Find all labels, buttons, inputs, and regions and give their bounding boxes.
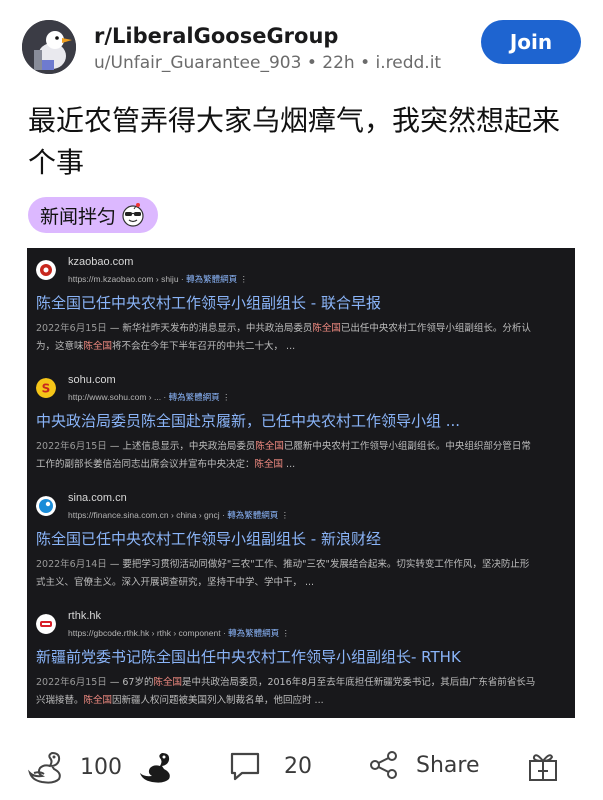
snippet-text: ... <box>283 459 296 470</box>
kzaobao-favicon-icon <box>36 260 56 280</box>
result-url: http://www.sohu.com › ... · 轉為繁體網頁 ⋮ <box>68 392 231 402</box>
result-date: 2022年6月14日 <box>36 559 107 570</box>
snippet-highlight: 陈全国 <box>254 459 284 470</box>
snippet-text: — 要把学习贯彻活动同做好"三农"工作、推动"三农"发展结合起来。切实转变工作作… <box>36 559 530 588</box>
share-icon <box>370 751 397 779</box>
sohu-favicon-icon: S <box>36 378 56 398</box>
translate-link[interactable]: 轉為繁體網頁 <box>228 628 279 638</box>
result-site: rthk.hk <box>68 610 102 622</box>
join-button[interactable]: Join <box>481 20 581 64</box>
result-date: 2022年6月15日 <box>36 677 107 688</box>
sunglasses-face-icon <box>122 203 144 227</box>
result-url-text: http://www.sohu.com › ... <box>68 392 162 402</box>
result-url-text: https://m.kzaobao.com › shiju <box>68 274 179 284</box>
post-domain[interactable]: i.redd.it <box>376 53 442 73</box>
result-title[interactable]: 新疆前党委书记陈全国出任中央农村工作领导小组副组长- RTHK <box>36 646 461 667</box>
post-action-bar: 100 20 Share <box>0 735 603 800</box>
sina-favicon-icon <box>36 496 56 516</box>
result-title[interactable]: 陈全国已任中央农村工作领导小组副组长 - 新浪财经 <box>36 528 381 549</box>
gift-award-icon <box>529 754 557 781</box>
result-site: sohu.com <box>68 374 116 386</box>
comments-button[interactable]: 20 <box>228 749 312 783</box>
result-url-text: https://finance.sina.com.cn › china › gn… <box>68 510 220 520</box>
award-button[interactable] <box>526 749 560 783</box>
snippet-text: — 新华社昨天发布的消息显示，中共政治局委员 <box>106 323 313 334</box>
translate-link[interactable]: 轉為繁體網頁 <box>169 392 220 402</box>
subreddit-avatar[interactable] <box>22 20 76 74</box>
post-title[interactable]: 最近农管弄得大家乌烟瘴气，我突然想起来个事 <box>28 100 583 184</box>
translate-link[interactable]: 轉為繁體網頁 <box>227 510 278 520</box>
translate-link[interactable]: 轉為繁體網頁 <box>186 274 237 284</box>
meta-separator: • <box>306 53 323 73</box>
snippet-text: — 67岁的 <box>106 677 154 688</box>
snippet-highlight: 陈全国 <box>312 323 341 334</box>
snippet-text: 因新疆人权问题被美国列入制裁名单，他回应时 ... <box>112 695 324 706</box>
result-date: 2022年6月15日 <box>36 323 107 334</box>
username-link[interactable]: u/Unfair_Guarantee_903 <box>94 53 301 73</box>
snippet-highlight: 陈全国 <box>153 677 182 688</box>
result-snippet: 2022年6月15日 — 新华社昨天发布的消息显示，中共政治局委员陈全国已出任中… <box>36 320 536 356</box>
subreddit-name[interactable]: r/LiberalGooseGroup <box>94 24 338 48</box>
snippet-highlight: 陈全国 <box>83 695 113 706</box>
meta-separator: • <box>360 53 376 73</box>
snippet-highlight: 陈全国 <box>255 441 284 452</box>
comment-bubble-icon <box>230 752 260 781</box>
share-button[interactable]: Share <box>368 749 480 781</box>
result-url: https://gbcode.rthk.hk › rthk › componen… <box>68 628 291 638</box>
rthk-favicon-icon <box>36 614 56 634</box>
comment-count: 20 <box>284 753 312 779</box>
post-header: r/LiberalGooseGroup u/Unfair_Guarantee_9… <box>22 16 581 76</box>
result-title[interactable]: 陈全国已任中央农村工作领导小组副组长 - 联合早报 <box>36 292 381 313</box>
snippet-text: — 上述信息显示，中央政治局委员 <box>106 441 256 452</box>
svg-text:S: S <box>42 382 51 396</box>
share-label: Share <box>416 752 480 778</box>
downvote-goose-icon[interactable] <box>136 749 178 785</box>
flair-label: 新闻拌匀 <box>40 205 117 228</box>
result-snippet: 2022年6月14日 — 要把学习贯彻活动同做好"三农"工作、推动"三农"发展结… <box>36 556 536 592</box>
result-site: sina.com.cn <box>68 492 127 504</box>
vote-count: 100 <box>80 754 122 780</box>
result-title[interactable]: 中央政治局委员陈全国赴京履新，已任中央农村工作领导小组 ... <box>36 410 460 431</box>
result-url-text: https://gbcode.rthk.hk › rthk › componen… <box>68 628 221 638</box>
result-snippet: 2022年6月15日 — 67岁的陈全国是中共政治局委员，2016年8月至去年底… <box>36 674 536 710</box>
result-url: https://m.kzaobao.com › shiju · 轉為繁體網頁 ⋮ <box>68 274 248 284</box>
result-site: kzaobao.com <box>68 256 134 268</box>
vote-group: 100 <box>26 749 178 785</box>
snippet-text: 将不会在今年下半年召开的中共二十大， ... <box>112 341 296 352</box>
post-flair[interactable]: 新闻拌匀 <box>28 197 159 233</box>
result-snippet: 2022年6月15日 — 上述信息显示，中央政治局委员陈全国已履新中央农村工作领… <box>36 438 536 474</box>
post-age: 22h <box>322 53 355 73</box>
upvote-goose-icon[interactable] <box>26 749 68 785</box>
post-meta: u/Unfair_Guarantee_903 • 22h • i.redd.it <box>94 53 441 73</box>
result-url: https://finance.sina.com.cn › china › gn… <box>68 510 290 520</box>
result-date: 2022年6月15日 <box>36 441 107 452</box>
snippet-highlight: 陈全国 <box>83 341 113 352</box>
post-image[interactable]: kzaobao.com https://m.kzaobao.com › shij… <box>27 248 575 718</box>
